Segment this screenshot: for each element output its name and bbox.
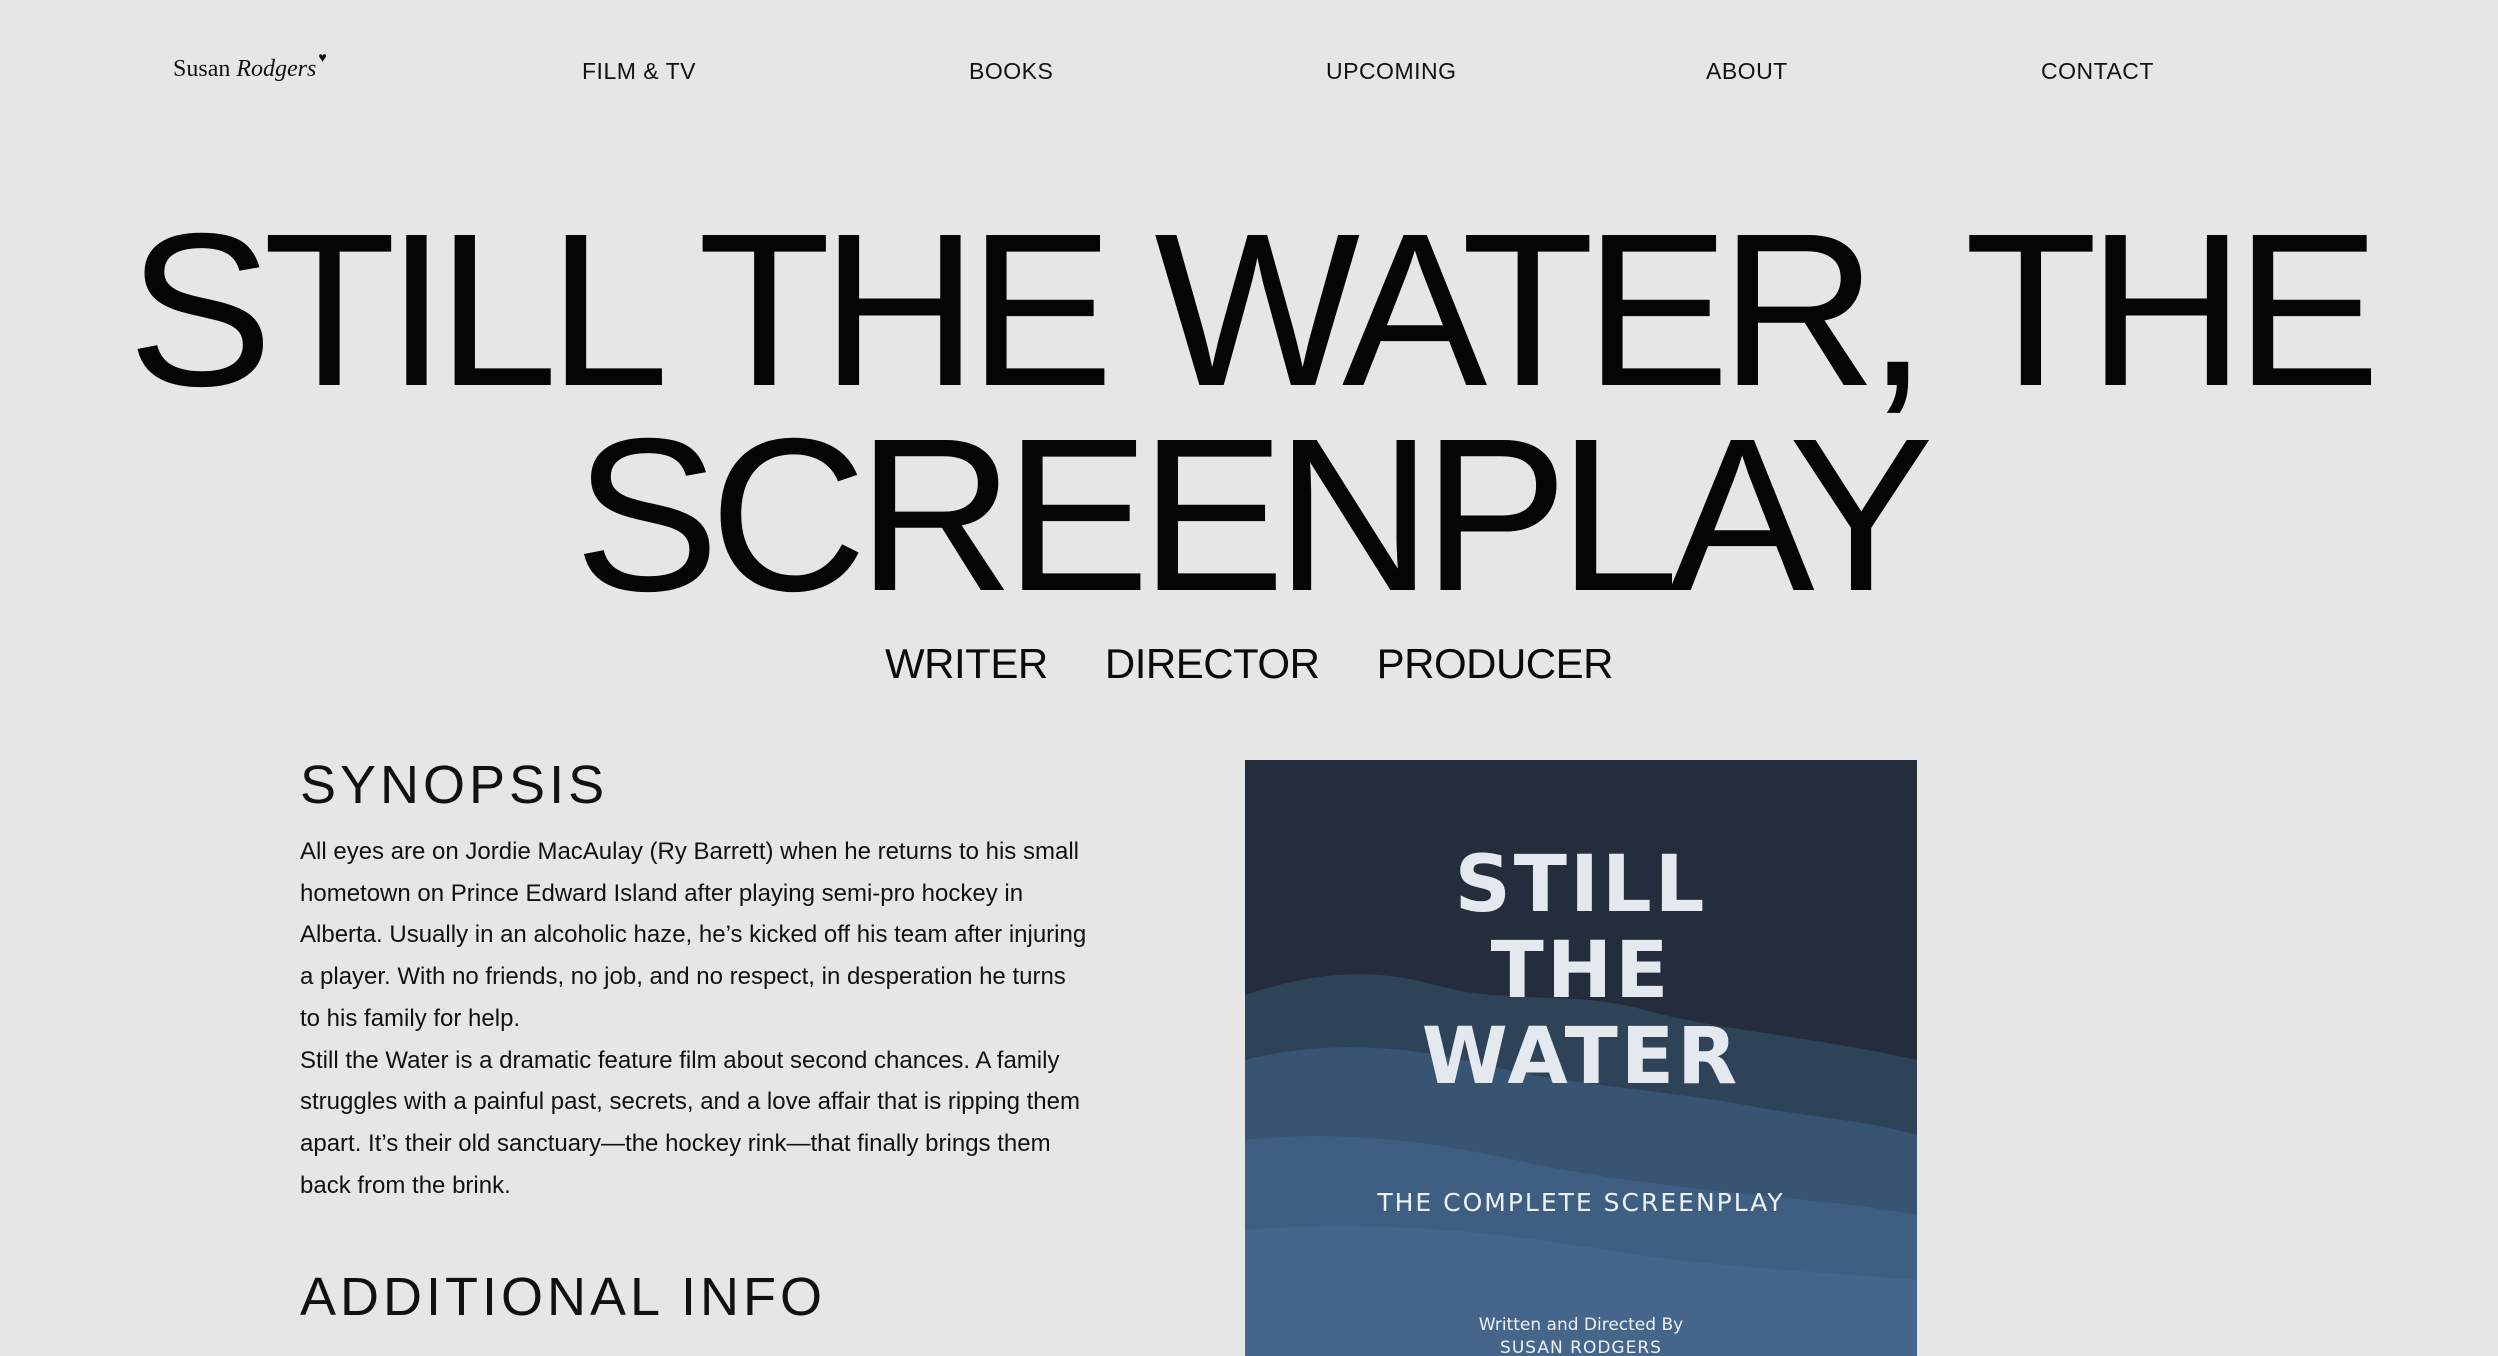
synopsis-paragraph-1: All eyes are on Jordie MacAulay (Ry Barr… <box>300 838 1087 1032</box>
screenplay-cover-image: STILL THE WATER THE COMPLETE SCREENPLAY … <box>1245 760 1917 1356</box>
cover-title-line-1: STILL <box>1454 840 1708 930</box>
cover-subtitle: THE COMPLETE SCREENPLAY <box>1377 1188 1785 1217</box>
cover-credit-name: SUSAN RODGERS <box>1500 1338 1662 1356</box>
page-title-line-2: SCREENPLAY <box>574 394 1934 637</box>
logo-last-name: Rodgers <box>236 56 317 82</box>
page-title: STILL THE WATER, THE SCREENPLAY <box>0 202 2498 625</box>
site-header: Susan Rodgers ♥ FILM & TV BOOKS UPCOMING… <box>0 0 2498 150</box>
nav-item-about[interactable]: ABOUT <box>1706 58 1788 85</box>
role-director: DIRECTOR <box>1104 640 1320 687</box>
nav-item-upcoming[interactable]: UPCOMING <box>1326 58 1457 85</box>
cover-title-line-3: WATER <box>1421 1012 1741 1102</box>
cover-title-line-2: THE <box>1490 926 1672 1016</box>
nav-item-contact[interactable]: CONTACT <box>2041 58 2154 85</box>
heart-icon: ♥ <box>318 51 327 66</box>
logo-link[interactable]: Susan Rodgers ♥ <box>173 52 327 83</box>
cover-credit-line: Written and Directed By <box>1478 1315 1684 1335</box>
nav-item-film-tv[interactable]: FILM & TV <box>582 58 696 85</box>
role-writer: WRITER <box>885 640 1048 687</box>
role-producer: PRODUCER <box>1376 640 1614 687</box>
roles-list: WRITER DIRECTOR PRODUCER <box>0 640 2498 688</box>
nav-item-books[interactable]: BOOKS <box>969 58 1053 85</box>
synopsis-body: All eyes are on Jordie MacAulay (Ry Barr… <box>300 831 1090 1206</box>
cover-credit: Written and Directed By SUSAN RODGERS <box>1245 1314 1917 1356</box>
cover-title: STILL THE WATER <box>1245 842 1917 1100</box>
additional-info-heading: ADDITIONAL INFO <box>300 1267 827 1327</box>
logo-first-name: Susan <box>173 56 231 82</box>
synopsis-heading: SYNOPSIS <box>300 755 609 815</box>
synopsis-paragraph-2: Still the Water is a dramatic feature fi… <box>300 1046 1080 1199</box>
